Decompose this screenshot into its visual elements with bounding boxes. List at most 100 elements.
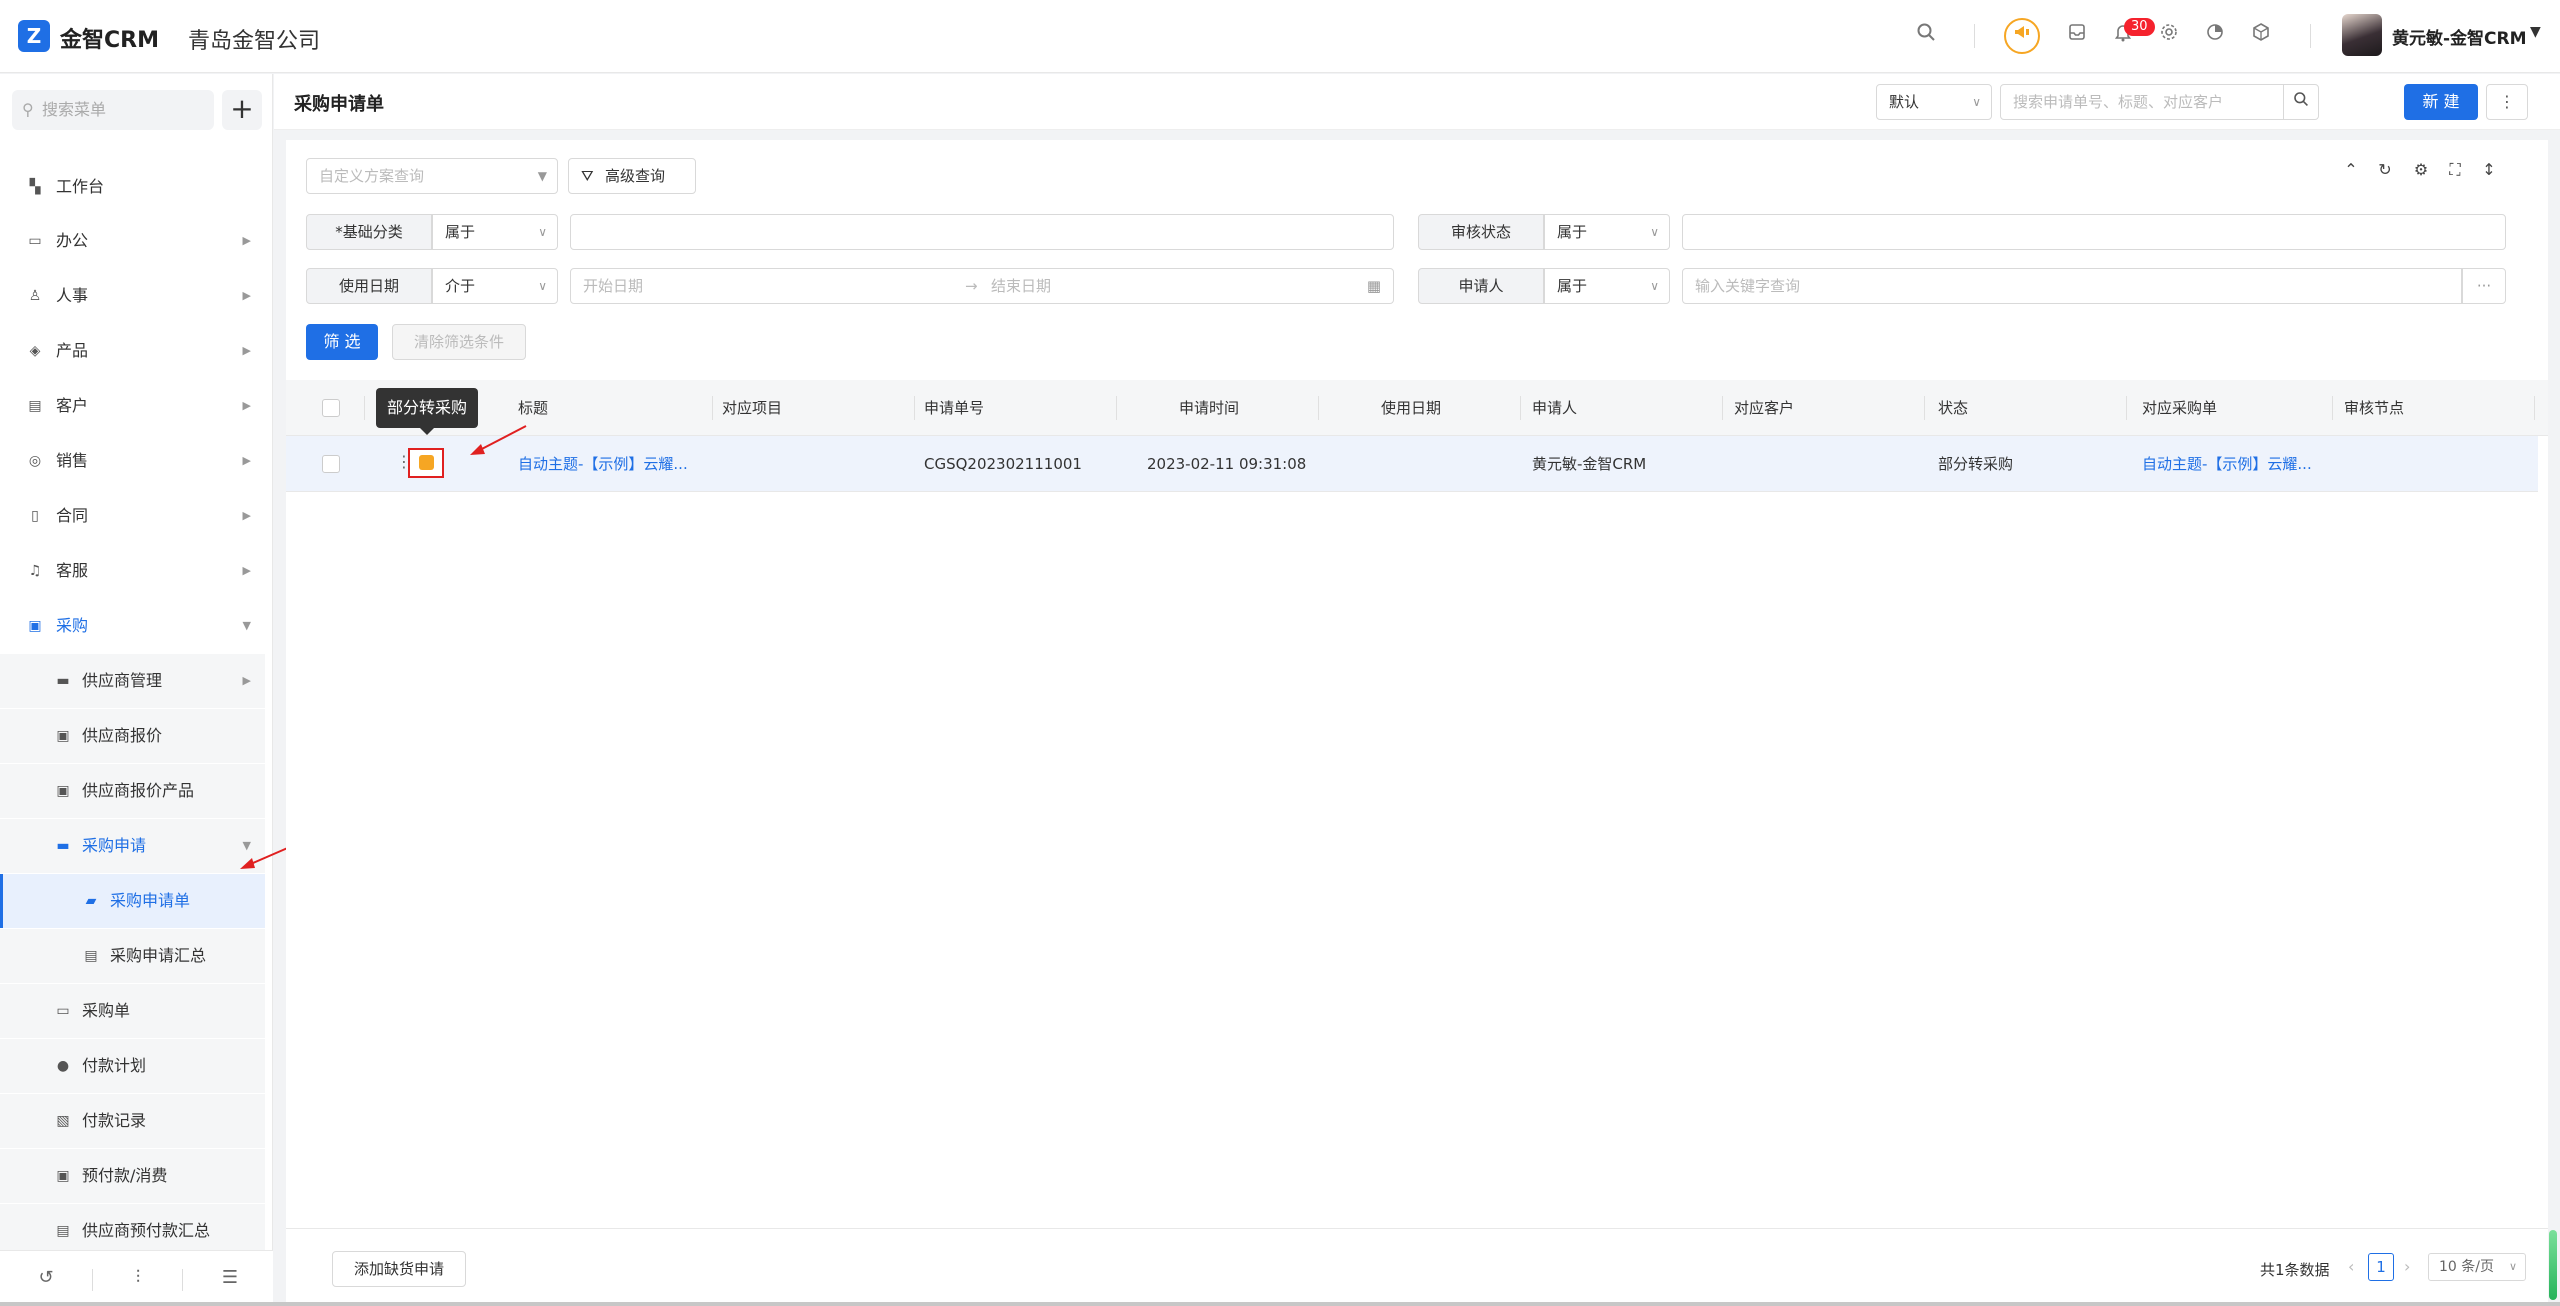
sidebar-item-purchase-request[interactable]: ▬ 采购申请 ▼ — [0, 819, 265, 873]
inbox-icon[interactable] — [2064, 22, 2090, 48]
page-size-select[interactable]: 10 条/页 ∨ — [2428, 1253, 2526, 1281]
view-select[interactable]: 默认 ∨ — [1876, 84, 1992, 120]
sidebar-item-supplier-quote[interactable]: ▣ 供应商报价 — [0, 709, 265, 763]
applicant-input[interactable]: 输入关键字查询 — [1682, 268, 2462, 304]
fullscreen-icon[interactable]: ⛶ — [2444, 160, 2466, 182]
annotation-arrow — [470, 425, 527, 455]
applicant-picker-button[interactable]: ··· — [2462, 268, 2506, 304]
range-arrow-icon: → — [965, 277, 978, 295]
audit-status-input[interactable] — [1682, 214, 2506, 250]
refresh-icon[interactable]: ↻ — [2374, 160, 2396, 182]
category-input[interactable] — [570, 214, 1394, 250]
sidebar-item-workbench[interactable]: ▚ 工作台 — [0, 160, 265, 214]
search-icon — [2294, 92, 2308, 106]
chevron-right-icon: ▶ — [242, 399, 251, 412]
sidebar-item-purchase-request-form[interactable]: ▰ 采购申请单 — [0, 874, 265, 928]
applicant-operator-select[interactable]: 属于 ∨ — [1544, 268, 1670, 304]
search-button[interactable] — [2283, 84, 2319, 120]
cube-icon[interactable] — [2248, 22, 2274, 48]
folder-open-icon: ▬ — [56, 838, 70, 854]
row-title-link[interactable]: 自动主题-【示例】云耀... — [518, 436, 688, 492]
customer-icon: ▤ — [28, 398, 42, 414]
start-date-placeholder: 开始日期 — [583, 277, 644, 295]
column-header[interactable]: 申请时间 — [1179, 380, 1239, 436]
column-divider — [1520, 396, 1521, 420]
office-icon: ▭ — [28, 233, 42, 249]
column-header[interactable]: 申请人 — [1532, 380, 1577, 436]
notification-badge: 30 — [2124, 18, 2155, 36]
applicant-label: 申请人 — [1418, 268, 1544, 304]
row-purchase-order-link[interactable]: 自动主题-【示例】云耀... — [2142, 436, 2312, 492]
add-menu-button[interactable]: + — [222, 90, 262, 130]
date-range-input[interactable]: 开始日期 → 结束日期 ▦ — [570, 268, 1394, 304]
sidebar-item-service[interactable]: ♫ 客服 ▶ — [0, 544, 265, 598]
row-checkbox[interactable] — [322, 455, 340, 473]
row-height-icon[interactable]: ↕ — [2478, 160, 2500, 182]
sidebar-item-label: 供应商管理 — [82, 671, 163, 690]
partial-to-purchase-icon[interactable] — [408, 448, 444, 478]
column-header[interactable]: 申请单号 — [924, 380, 984, 436]
more-actions-button[interactable]: ⋮ — [2486, 84, 2528, 120]
history-icon[interactable]: ↺ — [34, 1267, 58, 1291]
column-header[interactable]: 使用日期 — [1381, 380, 1441, 436]
next-page-icon[interactable]: › — [2404, 1257, 2410, 1276]
user-name[interactable]: 黄元敏-金智CRM — [2392, 24, 2527, 49]
clear-filter-button[interactable]: 清除筛选条件 — [392, 324, 526, 360]
sidebar-item-payment-record[interactable]: ▧ 付款记录 — [0, 1094, 265, 1148]
column-divider — [2332, 396, 2333, 420]
column-header[interactable]: 对应项目 — [722, 380, 782, 436]
sidebar-item-supplier-quote-product[interactable]: ▣ 供应商报价产品 — [0, 764, 265, 818]
sidebar-item-label: 客户 — [56, 396, 89, 415]
sidebar-item-label: 付款计划 — [82, 1056, 147, 1075]
avatar[interactable] — [2342, 14, 2382, 56]
sidebar-item-prepay[interactable]: ▣ 预付款/消费 — [0, 1149, 265, 1203]
sidebar-item-hr[interactable]: ♙ 人事 ▶ — [0, 269, 265, 323]
chevron-down-icon[interactable]: ▼ — [2530, 24, 2541, 40]
add-shortage-request-button[interactable]: 添加缺货申请 — [332, 1251, 466, 1287]
column-header[interactable]: 对应客户 — [1734, 380, 1794, 436]
search-icon[interactable] — [1913, 22, 1939, 48]
prev-page-icon[interactable]: ‹ — [2348, 1257, 2354, 1276]
select-all-checkbox[interactable] — [322, 399, 340, 417]
record-icon: ▧ — [56, 1113, 70, 1129]
sidebar-item-sales[interactable]: ◎ 销售 ▶ — [0, 434, 265, 488]
filter-button[interactable]: 筛 选 — [306, 324, 378, 360]
announcement-icon[interactable] — [2004, 18, 2040, 54]
collapse-menu-icon[interactable]: ☰ — [218, 1267, 242, 1291]
sidebar-item-contract[interactable]: ▯ 合同 ▶ — [0, 489, 265, 543]
scrollbar[interactable] — [2549, 1230, 2557, 1300]
company-name[interactable]: 青岛金智公司 — [188, 23, 320, 55]
sidebar-item-payment-plan[interactable]: ● 付款计划 — [0, 1039, 265, 1093]
search-icon: ⚲ — [22, 100, 34, 119]
column-header[interactable]: 状态 — [1938, 380, 1968, 436]
sidebar-item-customer[interactable]: ▤ 客户 ▶ — [0, 379, 265, 433]
menu-search-input[interactable]: ⚲ 搜索菜单 — [12, 90, 214, 130]
sidebar-item-purchase[interactable]: ▣ 采购 ▼ — [0, 599, 265, 653]
collapse-up-icon[interactable]: ⌃ — [2340, 160, 2362, 182]
column-divider — [1116, 396, 1117, 420]
column-header[interactable]: 审核节点 — [2344, 380, 2404, 436]
sidebar-item-office[interactable]: ▭ 办公 ▶ — [0, 214, 265, 268]
audit-status-operator-select[interactable]: 属于 ∨ — [1544, 214, 1670, 250]
sliders-icon[interactable]: ⫶ — [126, 1267, 150, 1291]
sidebar-item-label: 采购单 — [82, 1001, 131, 1020]
sidebar-item-purchase-order[interactable]: ▭ 采购单 — [0, 984, 265, 1038]
sidebar-item-product[interactable]: ◈ 产品 ▶ — [0, 324, 265, 378]
settings-icon[interactable] — [2156, 22, 2182, 48]
table-footer: 添加缺货申请 共1条数据 ‹ 1 › 10 条/页 ∨ — [286, 1228, 2548, 1306]
current-page[interactable]: 1 — [2368, 1253, 2394, 1281]
chevron-down-icon: ∨ — [538, 279, 547, 293]
list-search-input[interactable]: 搜索申请单号、标题、对应客户 — [2000, 84, 2284, 120]
use-date-operator-select[interactable]: 介于 ∨ — [432, 268, 558, 304]
sidebar-item-purchase-request-summary[interactable]: ▤ 采购申请汇总 — [0, 929, 265, 983]
pie-chart-icon[interactable] — [2202, 22, 2228, 48]
column-header[interactable]: 对应采购单 — [2142, 380, 2217, 436]
operator-value: 属于 — [1557, 277, 1588, 295]
scheme-select[interactable]: 自定义方案查询 ▼ — [306, 158, 558, 194]
new-button[interactable]: 新 建 — [2404, 84, 2478, 120]
table-row[interactable]: ⋮ 自动主题-【示例】云耀... CGSQ202302111001 2023-0… — [286, 436, 2538, 492]
sidebar-item-supplier-management[interactable]: ▬ 供应商管理 ▶ — [0, 654, 265, 708]
category-operator-select[interactable]: 属于 ∨ — [432, 214, 558, 250]
advanced-query-button[interactable]: ⛛ 高级查询 — [568, 158, 696, 194]
settings-icon[interactable]: ⚙ — [2410, 160, 2432, 182]
